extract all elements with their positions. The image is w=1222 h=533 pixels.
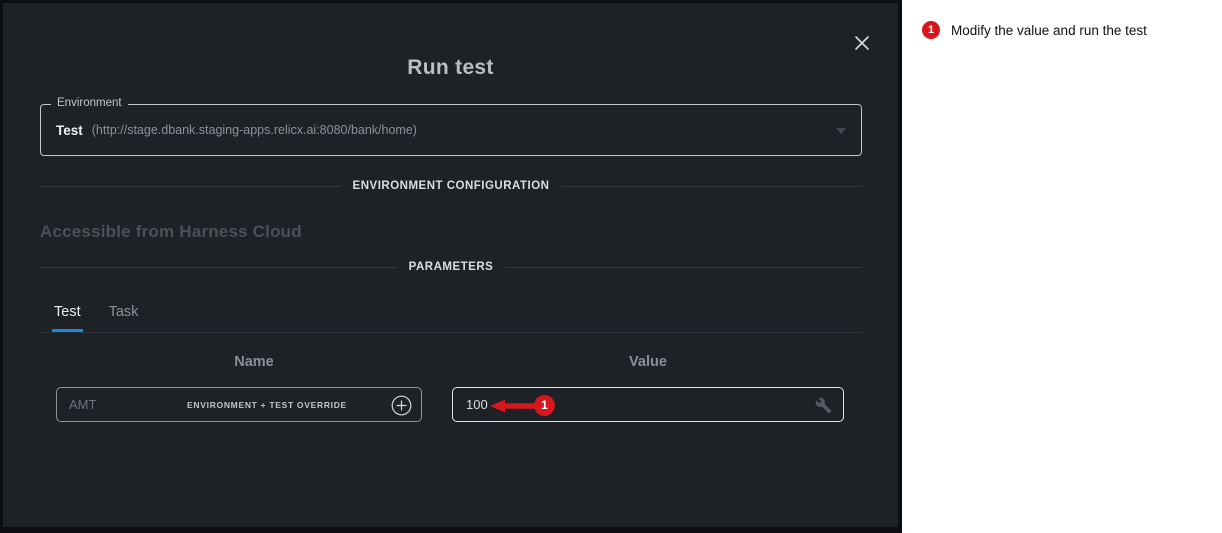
add-override-button[interactable] bbox=[391, 395, 412, 416]
run-test-modal: Run test Environment Test (http://stage.… bbox=[3, 3, 898, 527]
divider-line bbox=[40, 267, 397, 268]
screen: Run test Environment Test (http://stage.… bbox=[0, 0, 1222, 533]
modal-backdrop: Run test Environment Test (http://stage.… bbox=[0, 0, 902, 533]
param-value-input[interactable]: 100 1 bbox=[452, 387, 844, 422]
tab-bar: Test Task bbox=[40, 293, 862, 333]
plus-circle-icon bbox=[391, 395, 412, 416]
wrench-icon bbox=[815, 397, 832, 414]
environment-value: Test bbox=[56, 123, 83, 138]
instructions-panel: 1 Modify the value and run the test bbox=[902, 0, 1222, 533]
close-icon bbox=[854, 35, 870, 51]
column-header-name: Name bbox=[189, 354, 319, 370]
step-number-badge: 1 bbox=[922, 21, 940, 39]
override-badge: ENVIRONMENT + TEST OVERRIDE bbox=[187, 400, 347, 410]
environment-url: (http://stage.dbank.staging-apps.relicx.… bbox=[92, 123, 417, 137]
section-environment-configuration: ENVIRONMENT CONFIGURATION bbox=[40, 179, 862, 193]
annotation-arrow bbox=[490, 399, 536, 413]
column-header-value: Value bbox=[583, 354, 713, 370]
close-button[interactable] bbox=[851, 32, 873, 54]
tab-test[interactable]: Test bbox=[52, 304, 83, 332]
tab-task[interactable]: Task bbox=[107, 304, 141, 332]
annotation-badge: 1 bbox=[534, 395, 555, 416]
param-name-text: AMT bbox=[69, 397, 96, 412]
value-tools-button[interactable] bbox=[815, 397, 832, 414]
divider-line bbox=[505, 267, 862, 268]
divider-line bbox=[40, 186, 341, 187]
cloud-access-note: Accessible from Harness Cloud bbox=[40, 222, 302, 242]
instruction-item: 1 Modify the value and run the test bbox=[922, 21, 1206, 39]
chevron-down-icon bbox=[836, 128, 846, 134]
modal-title: Run test bbox=[3, 56, 898, 80]
divider-line bbox=[561, 186, 862, 187]
environment-label: Environment bbox=[51, 97, 128, 109]
section-parameters: PARAMETERS bbox=[40, 260, 862, 274]
section-environment-configuration-label: ENVIRONMENT CONFIGURATION bbox=[353, 180, 550, 192]
param-name-field[interactable]: AMT ENVIRONMENT + TEST OVERRIDE bbox=[56, 387, 422, 422]
instruction-text: Modify the value and run the test bbox=[951, 21, 1147, 38]
environment-select[interactable]: Environment Test (http://stage.dbank.sta… bbox=[40, 104, 862, 156]
param-value-text: 100 bbox=[466, 397, 488, 412]
section-parameters-label: PARAMETERS bbox=[409, 261, 494, 273]
